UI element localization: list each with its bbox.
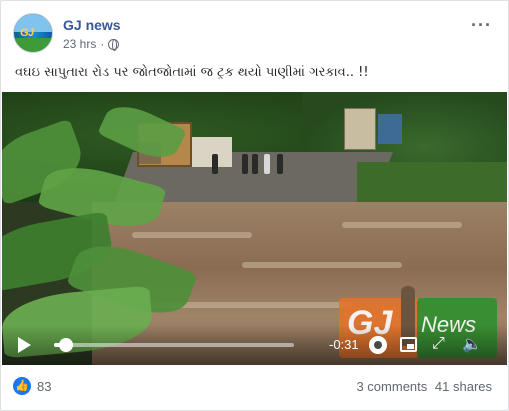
- gear-icon[interactable]: [369, 336, 387, 354]
- globe-icon: [108, 38, 120, 51]
- post-footer: 👍 83 3 comments 41 shares: [13, 375, 496, 399]
- video-person: [264, 154, 270, 174]
- video-controls: -0:31 ⤢ 🔈: [2, 325, 507, 365]
- video-person: [277, 154, 283, 174]
- avatar-land: [14, 38, 52, 52]
- like-count[interactable]: 83: [37, 379, 51, 394]
- video-truck-blue: [378, 114, 402, 144]
- water-wave: [242, 262, 402, 268]
- video-person: [212, 154, 218, 174]
- post-card: GJ GJ news 23 hrs · ··· વઘઇ સાપુતારા રોડ…: [0, 0, 509, 411]
- progress-knob[interactable]: [59, 338, 73, 352]
- video-truck-distant: [344, 108, 376, 150]
- dot-separator: ·: [100, 37, 105, 51]
- author-name[interactable]: GJ news: [63, 17, 121, 33]
- avatar-logo-text: GJ: [20, 27, 34, 39]
- post-stats: 3 comments 41 shares: [352, 379, 492, 394]
- post-meta: 23 hrs ·: [63, 37, 120, 51]
- comments-count[interactable]: 3 comments: [356, 379, 427, 394]
- water-wave: [342, 222, 462, 228]
- avatar[interactable]: GJ: [13, 13, 53, 53]
- video-player[interactable]: GJ News -0:31 ⤢ 🔈: [2, 92, 507, 365]
- more-options-icon[interactable]: ···: [471, 15, 492, 36]
- time-remaining: -0:31: [329, 337, 359, 352]
- video-person: [252, 154, 258, 174]
- video-person: [242, 154, 248, 174]
- expand-icon[interactable]: ⤢: [432, 335, 445, 353]
- post-text: વઘઇ સાપુતારા રોડ પર જોતજોતામાં જ ટ્રક થય…: [15, 65, 369, 80]
- like-reaction-icon[interactable]: 👍: [13, 377, 31, 395]
- shares-count[interactable]: 41 shares: [435, 379, 492, 394]
- post-header: GJ GJ news 23 hrs · ···: [13, 13, 496, 57]
- volume-icon[interactable]: 🔈: [462, 334, 482, 354]
- post-time[interactable]: 23 hrs: [63, 37, 96, 51]
- progress-bar[interactable]: [54, 338, 294, 352]
- picture-in-picture-icon[interactable]: [400, 337, 417, 352]
- play-icon[interactable]: [18, 337, 31, 353]
